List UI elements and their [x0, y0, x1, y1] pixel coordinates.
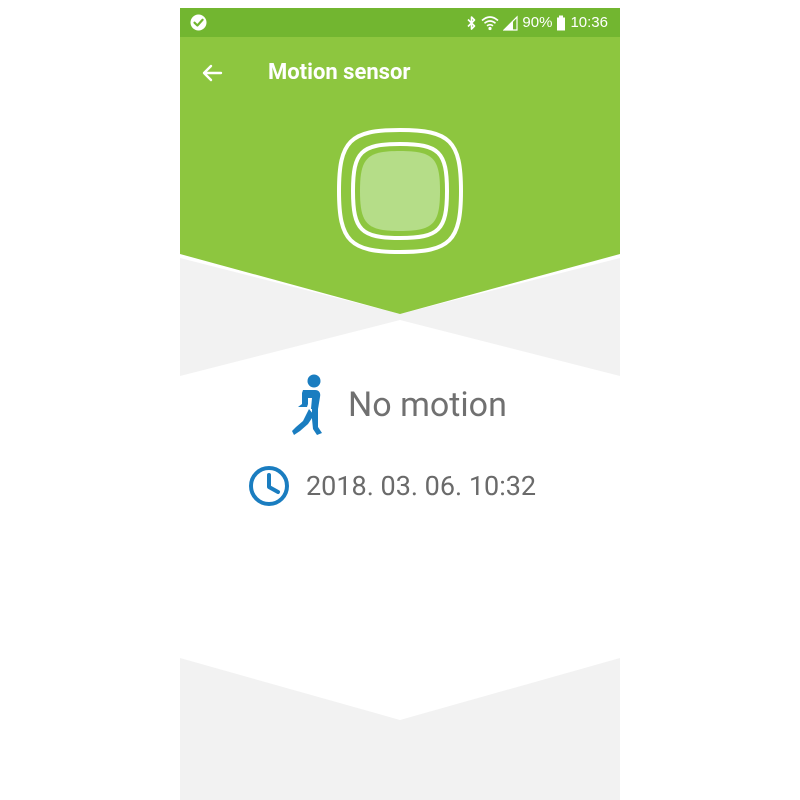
battery-icon — [557, 15, 566, 31]
app-bar: Motion sensor — [180, 37, 620, 109]
battery-percentage: 90% — [522, 14, 553, 31]
back-button[interactable] — [194, 55, 230, 91]
status-icons: 90% 10:36 — [466, 14, 608, 32]
status-bar: 90% 10:36 — [180, 8, 620, 37]
check-circle-icon — [190, 14, 207, 31]
status-time: 10:36 — [570, 14, 608, 31]
motion-sensor-device-icon — [336, 127, 464, 255]
arrow-left-icon — [202, 64, 223, 82]
clock-icon — [249, 466, 289, 506]
last-update-timestamp: 2018. 03. 06. 10:32 — [306, 470, 537, 502]
last-update: 2018. 03. 06. 10:32 — [248, 465, 536, 507]
cell-signal-icon — [503, 15, 519, 31]
motion-status-text: No motion — [348, 385, 507, 425]
motion-status: No motion — [290, 373, 507, 437]
app-screen: 90% 10:36 Motion sensor No motion 2018. … — [180, 8, 620, 800]
wifi-icon — [481, 16, 499, 31]
bluetooth-icon — [467, 16, 476, 30]
running-person-icon — [292, 374, 322, 435]
page-title: Motion sensor — [268, 60, 411, 85]
